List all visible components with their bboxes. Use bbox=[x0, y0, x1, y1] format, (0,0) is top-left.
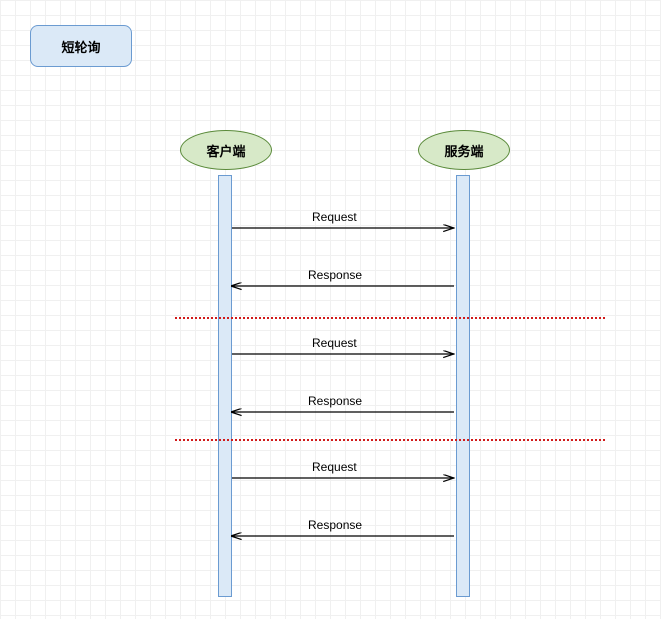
message-label: Request bbox=[312, 460, 357, 474]
lifeline-client bbox=[218, 175, 232, 597]
diagram-title: 短轮询 bbox=[30, 25, 132, 67]
message-label: Response bbox=[308, 394, 362, 408]
message-label: Request bbox=[312, 336, 357, 350]
cycle-divider bbox=[175, 317, 605, 319]
cycle-divider bbox=[175, 439, 605, 441]
participant-client: 客户端 bbox=[180, 130, 272, 170]
lifeline-server bbox=[456, 175, 470, 597]
message-label: Request bbox=[312, 210, 357, 224]
participant-server: 服务端 bbox=[418, 130, 510, 170]
message-label: Response bbox=[308, 518, 362, 532]
message-label: Response bbox=[308, 268, 362, 282]
